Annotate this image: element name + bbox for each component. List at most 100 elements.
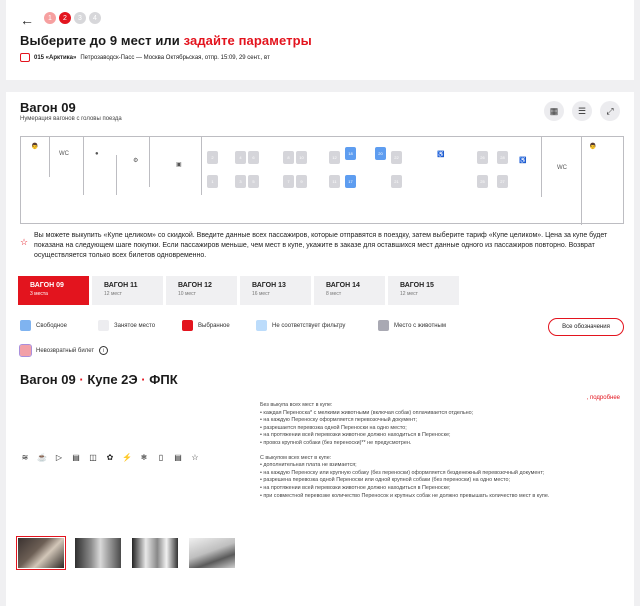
- rule-line: С выкупом всех мест в купе:: [260, 454, 332, 461]
- info-icon[interactable]: i: [99, 346, 109, 355]
- seat-21: 21: [391, 175, 402, 188]
- wagon-card: Вагон 09 Нумерация вагонов с головы поез…: [6, 92, 634, 606]
- tab-name: ВАГОН 12: [178, 282, 212, 289]
- coupe-discount-notice: ☆ Вы можете выкупить «Купе целиком» со с…: [20, 231, 624, 261]
- rule-line: • разрешена перевозка одной Переноски ил…: [260, 477, 510, 484]
- legend-label: Невозвратный билет: [36, 347, 95, 354]
- star-icon: ☆: [191, 453, 199, 462]
- step-1[interactable]: 1: [44, 12, 56, 24]
- tab-count: 3 места: [30, 291, 48, 297]
- tab-wagon-09[interactable]: ВАГОН 09 3 места: [18, 276, 89, 305]
- coupe-number: Купе 2Э: [87, 372, 138, 387]
- seat-2: 2: [207, 151, 218, 164]
- gear-icon: ⚙: [133, 158, 139, 164]
- seat-11: 11: [329, 175, 340, 188]
- separator-dot: ·: [79, 372, 84, 387]
- photo-thumbnail-1[interactable]: [16, 536, 66, 570]
- wall: [541, 137, 542, 197]
- tab-wagon-11[interactable]: ВАГОН 11 12 мест: [92, 276, 163, 305]
- seat-17-free[interactable]: 17: [345, 175, 356, 188]
- legend-label: Занятое место: [114, 322, 156, 329]
- wagon-tabs: ВАГОН 09 3 места ВАГОН 11 12 мест ВАГОН …: [18, 276, 459, 305]
- seat-1: 1: [207, 175, 218, 188]
- press-icon: ▤: [174, 453, 182, 462]
- expand-icon[interactable]: ⤢: [600, 101, 620, 121]
- tab-wagon-14[interactable]: ВАГОН 14 8 мест: [314, 276, 385, 305]
- tab-count: 12 мест: [400, 291, 418, 297]
- wagon-map: 👨 WC ● ⚙ ▣ 2 1 4 3 6 5 8 7 10 9 12 11 18…: [20, 136, 624, 225]
- wifi-icon: ≋: [21, 453, 29, 462]
- seat-10: 10: [296, 151, 307, 164]
- step-indicator: 1 2 3 4: [44, 12, 101, 24]
- star-icon: ☆: [20, 237, 29, 247]
- legend-swatch-taken: [98, 320, 109, 331]
- seat-9: 9: [296, 175, 307, 188]
- legend-swatch-pet: [378, 320, 389, 331]
- coupe-title: Вагон 09 · Купе 2Э · ФПК: [20, 372, 178, 387]
- train-icon: [20, 53, 30, 62]
- page-title: Выберите до 9 мест или задайте параметры: [20, 33, 312, 48]
- arrow-left-icon[interactable]: ←: [20, 12, 34, 28]
- socket-icon: ⚡: [122, 453, 132, 462]
- tab-wagon-12[interactable]: ВАГОН 12 10 мест: [166, 276, 237, 305]
- page-title-text: Выберите до 9 мест или: [20, 33, 180, 48]
- seat-28: 28: [497, 151, 508, 164]
- accessible-icon-2: ♿: [519, 158, 527, 164]
- legend-pet: Место с животным: [378, 320, 446, 331]
- towel-icon: ◫: [89, 453, 97, 462]
- seat-7: 7: [283, 175, 294, 188]
- legend-selected: Выбранное: [182, 320, 230, 331]
- rule-line: • дополнительная плата не взимается;: [260, 462, 357, 469]
- photo-thumbnail-4[interactable]: [189, 538, 235, 568]
- person-icon-right: 👨: [589, 144, 597, 150]
- climate-icon: ❄: [140, 453, 148, 462]
- legend-nonrefund: Невозвратный билет i: [19, 344, 109, 357]
- seat-4: 4: [235, 151, 246, 164]
- legend-swatch-free: [20, 320, 31, 331]
- step-4: 4: [89, 12, 101, 24]
- tab-wagon-15[interactable]: ВАГОН 15 12 мест: [388, 276, 459, 305]
- step-2: 2: [59, 12, 71, 24]
- wall: [581, 137, 582, 225]
- more-details-link[interactable]: , подробнее: [587, 395, 620, 401]
- tab-name: ВАГОН 11: [104, 282, 138, 289]
- wagon-title: Вагон 09: [20, 100, 76, 115]
- seat-22: 22: [391, 151, 402, 164]
- cup-icon: ☕: [37, 453, 47, 462]
- pet-icon: ✿: [106, 453, 114, 462]
- tab-wagon-13[interactable]: ВАГОН 13 16 мест: [240, 276, 311, 305]
- wall: [149, 137, 150, 187]
- train-info: 015 «Арктика» Петрозаводск-Пасс — Москва…: [20, 53, 270, 62]
- rule-line: • на протяжении всей перевозки животное …: [260, 432, 451, 439]
- coupe-carrier: ФПК: [149, 372, 178, 387]
- legend-label: Не соответствует фильтру: [272, 322, 346, 329]
- seat-5: 5: [248, 175, 259, 188]
- wagon-subtitle: Нумерация вагонов с головы поезда: [20, 116, 122, 122]
- rule-line: Без выкупа всех мест в купе:: [260, 402, 333, 408]
- all-legend-button[interactable]: Все обозначения: [548, 318, 624, 336]
- hygiene-icon: ▯: [158, 453, 164, 462]
- wall: [201, 137, 202, 195]
- person-icon: 👨: [31, 144, 39, 150]
- wagon-scheme-icon[interactable]: ▦: [544, 101, 564, 121]
- seat-18-free[interactable]: 18: [345, 147, 356, 160]
- separator-dot: ·: [141, 372, 146, 387]
- legend-swatch-selected: [182, 320, 193, 331]
- coupe-wagon: Вагон 09: [20, 372, 76, 387]
- set-params-link[interactable]: задайте параметры: [184, 33, 312, 48]
- train-number: 015 «Арктика»: [34, 54, 77, 61]
- legend-label: Место с животным: [394, 322, 446, 329]
- rule-line: • на каждую Переноску оформляется перево…: [260, 417, 417, 424]
- tab-name: ВАГОН 14: [326, 282, 360, 289]
- legend-free: Свободное: [20, 320, 67, 331]
- photo-thumbnail-2[interactable]: [75, 538, 121, 568]
- seat-26: 26: [477, 151, 488, 164]
- wall: [83, 137, 84, 195]
- list-view-icon[interactable]: ☰: [572, 101, 592, 121]
- rule-line: • провоз крупной собаки (без переноски)*…: [260, 439, 412, 446]
- bed-icon: ▤: [72, 453, 80, 462]
- seat-20-free[interactable]: 20: [375, 147, 386, 160]
- seat-legend: Свободное Занятое место Выбранное Не соо…: [20, 318, 624, 336]
- photo-thumbnail-3[interactable]: [132, 538, 178, 568]
- legend-swatch-filter: [256, 320, 267, 331]
